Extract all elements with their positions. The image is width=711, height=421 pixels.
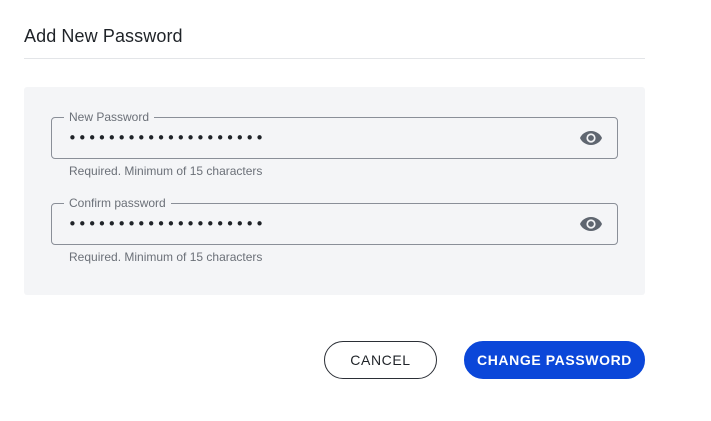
confirm-password-input[interactable] xyxy=(68,213,548,235)
change-password-button[interactable]: CHANGE PASSWORD xyxy=(464,341,645,379)
confirm-password-helper: Required. Minimum of 15 characters xyxy=(69,250,263,264)
password-form-panel: New Password Required. Minimum of 15 cha… xyxy=(24,87,645,295)
cancel-button[interactable]: CANCEL xyxy=(324,341,437,379)
eye-icon[interactable] xyxy=(579,213,603,235)
dialog-title: Add New Password xyxy=(24,26,183,46)
new-password-input[interactable] xyxy=(68,127,548,149)
new-password-field[interactable]: New Password xyxy=(51,110,618,159)
confirm-password-field[interactable]: Confirm password xyxy=(51,196,618,245)
eye-icon[interactable] xyxy=(579,127,603,149)
confirm-password-label: Confirm password xyxy=(64,196,171,210)
new-password-label: New Password xyxy=(64,110,155,124)
title-divider xyxy=(24,58,645,59)
new-password-helper: Required. Minimum of 15 characters xyxy=(69,164,263,178)
add-password-dialog: Add New Password New Password Required. … xyxy=(0,0,711,421)
